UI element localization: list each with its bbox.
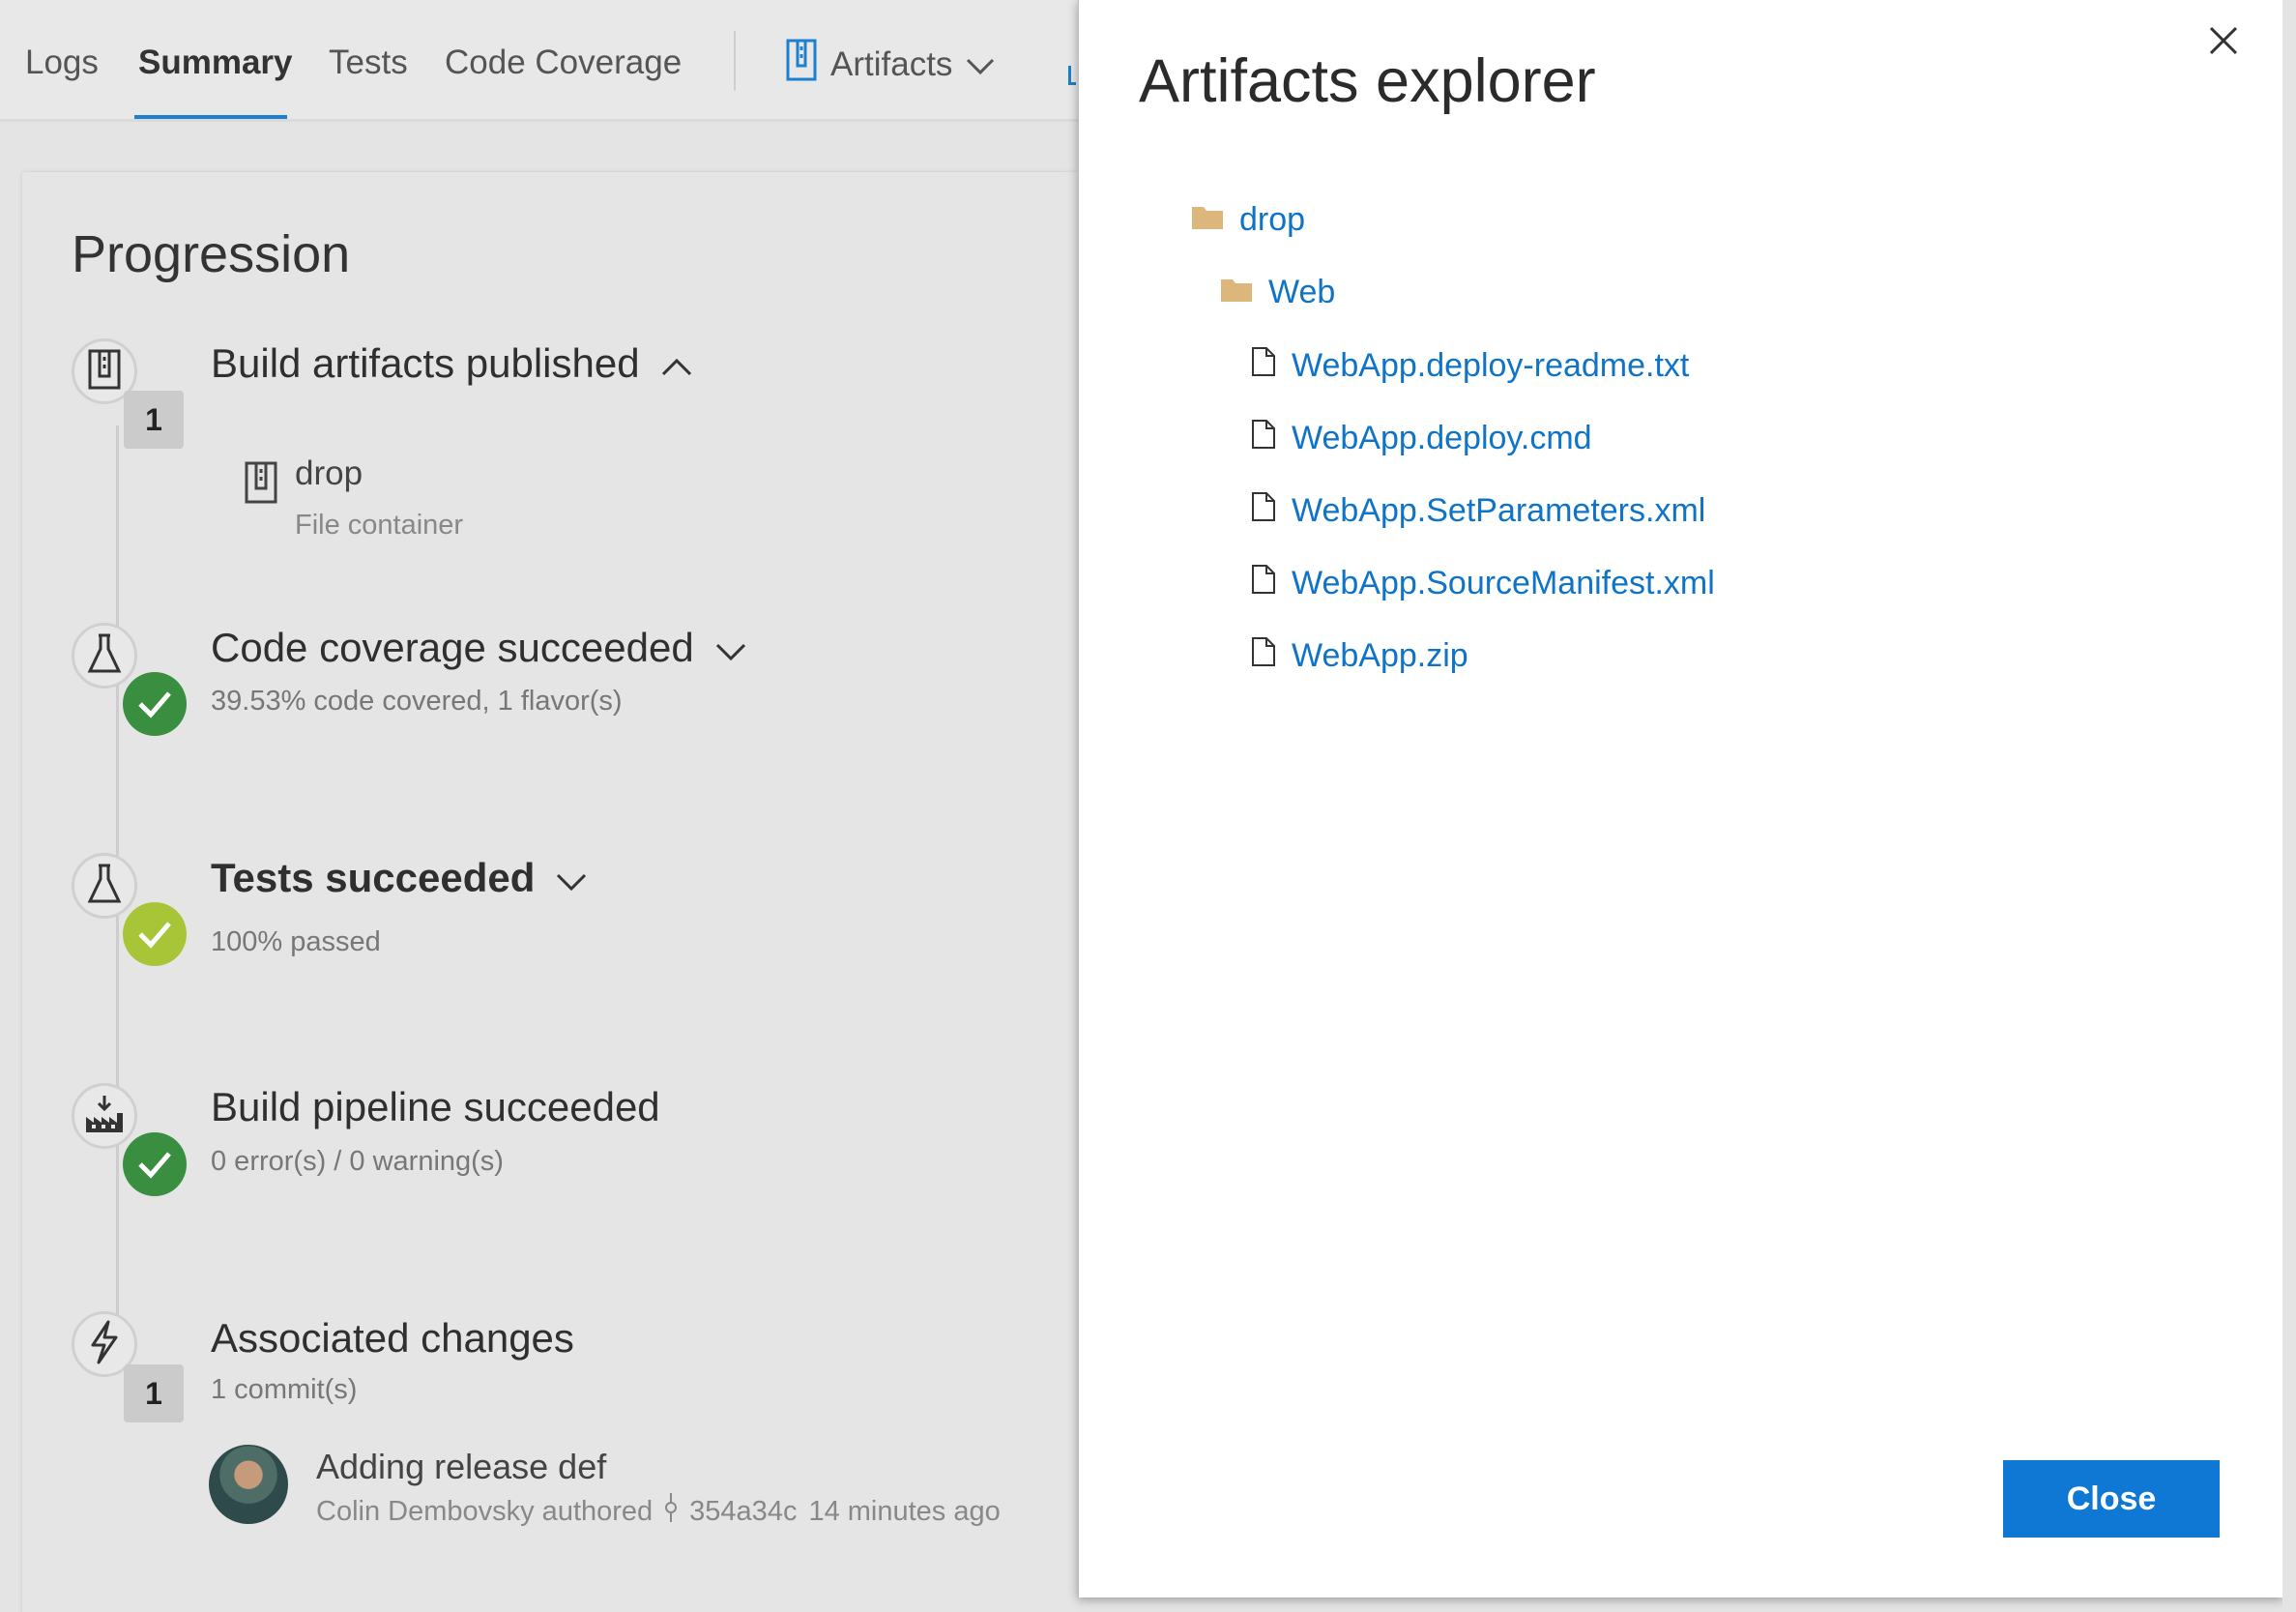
success-check-icon: [123, 902, 187, 966]
tree-file[interactable]: WebApp.deploy.cmd: [1251, 419, 1592, 458]
commit-author: Colin Dembovsky authored: [316, 1495, 654, 1527]
close-button[interactable]: Close: [2003, 1460, 2220, 1538]
step-pipeline-subtitle: 0 error(s) / 0 warning(s): [211, 1146, 504, 1177]
step-coverage-title-text: Code coverage succeeded: [211, 625, 694, 670]
chevron-up-icon: [661, 340, 692, 387]
tree-file[interactable]: WebApp.SetParameters.xml: [1251, 491, 1705, 531]
artifact-drop-type: File container: [295, 510, 464, 541]
tree-file-label: WebApp.SetParameters.xml: [1292, 492, 1706, 529]
overflow-tab-glyph: [1068, 66, 1076, 85]
step-artifacts-count-badge: 1: [124, 391, 184, 449]
commit-time: 14 minutes ago: [808, 1495, 1001, 1527]
tab-tests[interactable]: Tests: [329, 44, 408, 82]
file-icon: [1251, 564, 1276, 603]
factory-icon: [83, 1094, 126, 1139]
file-icon: [1251, 419, 1276, 458]
build-tab-bar: Logs Summary Tests Code Coverage Artifac…: [0, 0, 1078, 122]
step-changes-title[interactable]: Associated changes: [211, 1315, 574, 1362]
tree-file[interactable]: WebApp.deploy-readme.txt: [1251, 346, 1689, 386]
zip-archive-icon: [244, 460, 278, 510]
tab-artifacts-label: Artifacts: [830, 44, 953, 83]
avatar: [209, 1445, 288, 1524]
tree-folder-web[interactable]: Web: [1220, 274, 1335, 311]
step-tests-icon-circle: [72, 853, 137, 919]
artifacts-explorer-dialog: Artifacts explorer drop Web WebApp.deplo…: [1078, 0, 2282, 1597]
tab-code-coverage[interactable]: Code Coverage: [445, 44, 682, 82]
tree-file-label: WebApp.SourceManifest.xml: [1292, 565, 1715, 601]
step-coverage-subtitle: 39.53% code covered, 1 flavor(s): [211, 686, 623, 717]
page-edge: [2282, 0, 2296, 1612]
chevron-down-icon: [556, 855, 587, 901]
success-check-icon: [123, 672, 187, 736]
file-icon: [1251, 346, 1276, 386]
tree-file-label: WebApp.deploy-readme.txt: [1292, 347, 1690, 384]
flask-icon: [86, 863, 123, 910]
tree-file-label: WebApp.zip: [1292, 637, 1468, 674]
commit-message-link[interactable]: Adding release def: [316, 1447, 606, 1487]
step-artifacts-title[interactable]: Build artifacts published: [211, 340, 692, 387]
step-tests-title-text: Tests succeeded: [211, 855, 536, 900]
lightning-icon: [89, 1320, 120, 1369]
zip-archive-icon: [87, 348, 122, 396]
tree-folder-drop[interactable]: drop: [1191, 201, 1305, 239]
close-icon[interactable]: [2200, 17, 2247, 64]
step-changes-count-badge: 1: [124, 1364, 184, 1422]
build-summary-page: Logs Summary Tests Code Coverage Artifac…: [0, 0, 1078, 1612]
step-coverage-icon-circle: [72, 623, 137, 689]
flask-icon: [86, 632, 123, 680]
step-pipeline-title[interactable]: Build pipeline succeeded: [211, 1084, 660, 1130]
folder-icon: [1220, 274, 1253, 311]
tab-artifacts[interactable]: Artifacts: [786, 39, 995, 90]
step-tests-subtitle: 100% passed: [211, 926, 381, 957]
tree-file[interactable]: WebApp.zip: [1251, 636, 1468, 676]
file-icon: [1251, 636, 1276, 676]
success-check-icon: [123, 1132, 187, 1196]
artifact-drop-link[interactable]: drop: [295, 454, 363, 493]
chevron-down-icon: [715, 625, 746, 671]
step-changes-subtitle: 1 commit(s): [211, 1374, 358, 1405]
tab-summary[interactable]: Summary: [138, 44, 293, 82]
tree-folder-label: Web: [1268, 274, 1336, 310]
commit-icon: [664, 1493, 678, 1530]
step-artifacts-title-text: Build artifacts published: [211, 340, 640, 386]
commit-meta: Colin Dembovsky authored 354a34c 14 minu…: [316, 1493, 1001, 1530]
active-tab-indicator: [134, 115, 287, 119]
tree-file-label: WebApp.deploy.cmd: [1292, 420, 1592, 456]
step-tests-title[interactable]: Tests succeeded: [211, 855, 587, 901]
step-pipeline-icon-circle: [72, 1083, 137, 1149]
dialog-title: Artifacts explorer: [1139, 47, 1596, 115]
file-icon: [1251, 491, 1276, 531]
chevron-down-icon: [966, 45, 995, 84]
tab-logs[interactable]: Logs: [25, 44, 99, 82]
artifact-zip-icon: [786, 39, 817, 90]
folder-icon: [1191, 201, 1224, 239]
progression-title: Progression: [72, 225, 351, 283]
tab-divider: [734, 31, 736, 91]
tree-file[interactable]: WebApp.SourceManifest.xml: [1251, 564, 1715, 603]
step-coverage-title[interactable]: Code coverage succeeded: [211, 625, 746, 671]
commit-hash-link[interactable]: 354a34c: [689, 1496, 797, 1528]
tree-folder-label: drop: [1239, 201, 1306, 238]
